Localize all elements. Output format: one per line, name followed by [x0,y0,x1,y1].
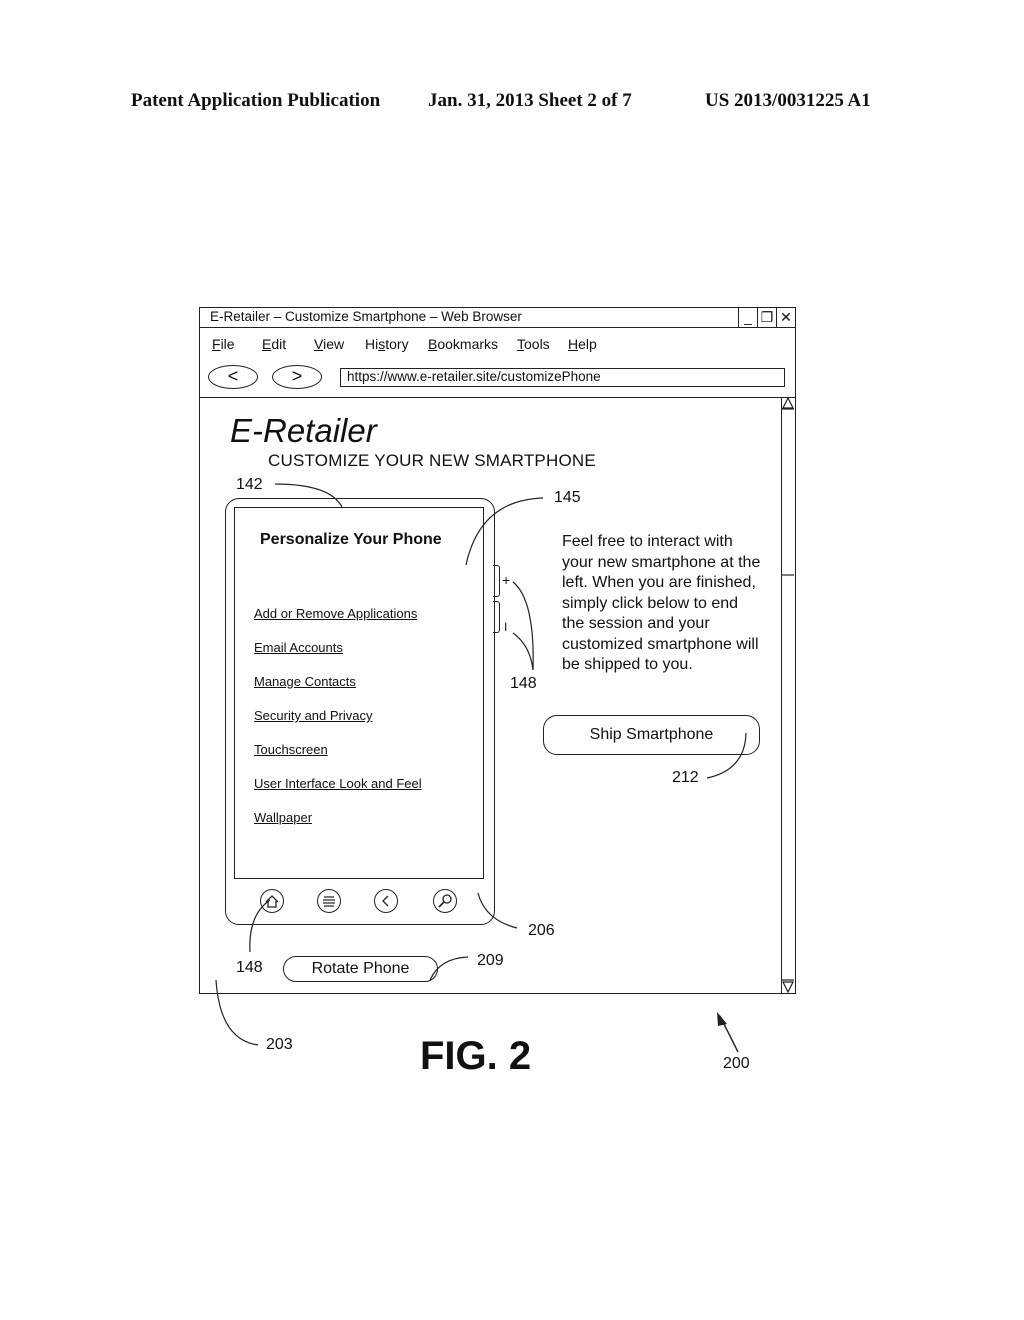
link-wallpaper[interactable]: Wallpaper [254,810,312,825]
ref-209: 209 [477,952,504,969]
volume-up-button[interactable] [493,565,500,597]
volume-down-button[interactable] [493,601,500,633]
scroll-up-icon [782,397,794,409]
ref-212: 212 [672,769,699,786]
link-ui-look-feel[interactable]: User Interface Look and Feel [254,776,422,791]
search-icon [438,894,452,908]
home-icon [265,895,279,908]
patent-publication-label: Patent Application Publication [131,90,381,111]
phone-home-button[interactable] [260,889,284,913]
patent-number: US 2013/0031225 A1 [705,90,871,111]
back-button[interactable]: < [208,365,258,389]
phone-back-button[interactable] [374,889,398,913]
menu-view[interactable]: View [314,336,344,352]
page-subtitle: CUSTOMIZE YOUR NEW SMARTPHONE [268,451,596,470]
back-icon [382,895,389,907]
ref-200: 200 [723,1055,750,1072]
smartphone-emulator[interactable]: Personalize Your Phone Add or Remove App… [225,498,495,925]
ref-142: 142 [236,476,263,493]
ref-203: 203 [266,1036,293,1053]
address-bar[interactable]: https://www.e-retailer.site/customizePho… [340,368,785,387]
minimize-icon: _ [744,309,752,325]
menu-file[interactable]: File [212,336,235,352]
link-add-remove-applications[interactable]: Add or Remove Applications [254,606,417,621]
restore-icon: ❐ [760,309,774,325]
chrome-divider [200,397,795,398]
browser-window: E-Retailer – Customize Smartphone – Web … [199,307,796,994]
link-manage-contacts[interactable]: Manage Contacts [254,674,356,689]
phone-menu-button[interactable] [317,889,341,913]
rotate-phone-button[interactable]: Rotate Phone [283,956,438,982]
volume-up-label: + [502,572,511,588]
window-title: E-Retailer – Customize Smartphone – Web … [210,309,522,324]
menu-bookmarks[interactable]: Bookmarks [428,336,498,352]
arrowhead-200 [717,1012,727,1026]
screen-title: Personalize Your Phone [260,531,442,548]
menu-edit[interactable]: Edit [262,336,286,352]
scrollbar-graphics [782,397,794,993]
instructions-text: Feel free to interact with your new smar… [562,533,761,673]
patent-date-sheet: Jan. 31, 2013 Sheet 2 of 7 [428,90,632,111]
chevron-right-icon: > [291,366,303,386]
retailer-logo: E-Retailer [230,412,377,449]
scroll-down-icon [782,981,794,993]
close-button[interactable]: ✕ [776,308,795,327]
menu-tools[interactable]: Tools [517,336,550,352]
close-icon: ✕ [780,309,792,325]
link-security-privacy[interactable]: Security and Privacy [254,708,373,723]
menu-icon [323,896,335,907]
vertical-scrollbar[interactable] [781,397,795,993]
ref-148-home: 148 [236,959,263,976]
chevron-left-icon: < [227,366,239,386]
ref-206: 206 [528,922,555,939]
figure-label: FIG. 2 [420,1034,532,1078]
phone-search-button[interactable] [433,889,457,913]
ship-smartphone-button[interactable]: Ship Smartphone [543,715,760,755]
volume-down-label: I [504,620,508,634]
menu-help[interactable]: Help [568,336,597,352]
menu-history[interactable]: History [365,336,409,352]
menu-bar: File Edit View History Bookmarks Tools H… [200,328,795,362]
restore-button[interactable]: ❐ [757,308,776,327]
forward-button[interactable]: > [272,365,322,389]
phone-screen: Personalize Your Phone Add or Remove App… [234,507,484,879]
title-bar: E-Retailer – Customize Smartphone – Web … [200,308,795,328]
minimize-button[interactable]: _ [738,308,757,327]
leader-200 [719,1015,739,1053]
ref-148-side: 148 [510,675,537,692]
ref-145: 145 [554,489,581,506]
link-email-accounts[interactable]: Email Accounts [254,640,343,655]
link-touchscreen[interactable]: Touchscreen [254,742,328,757]
